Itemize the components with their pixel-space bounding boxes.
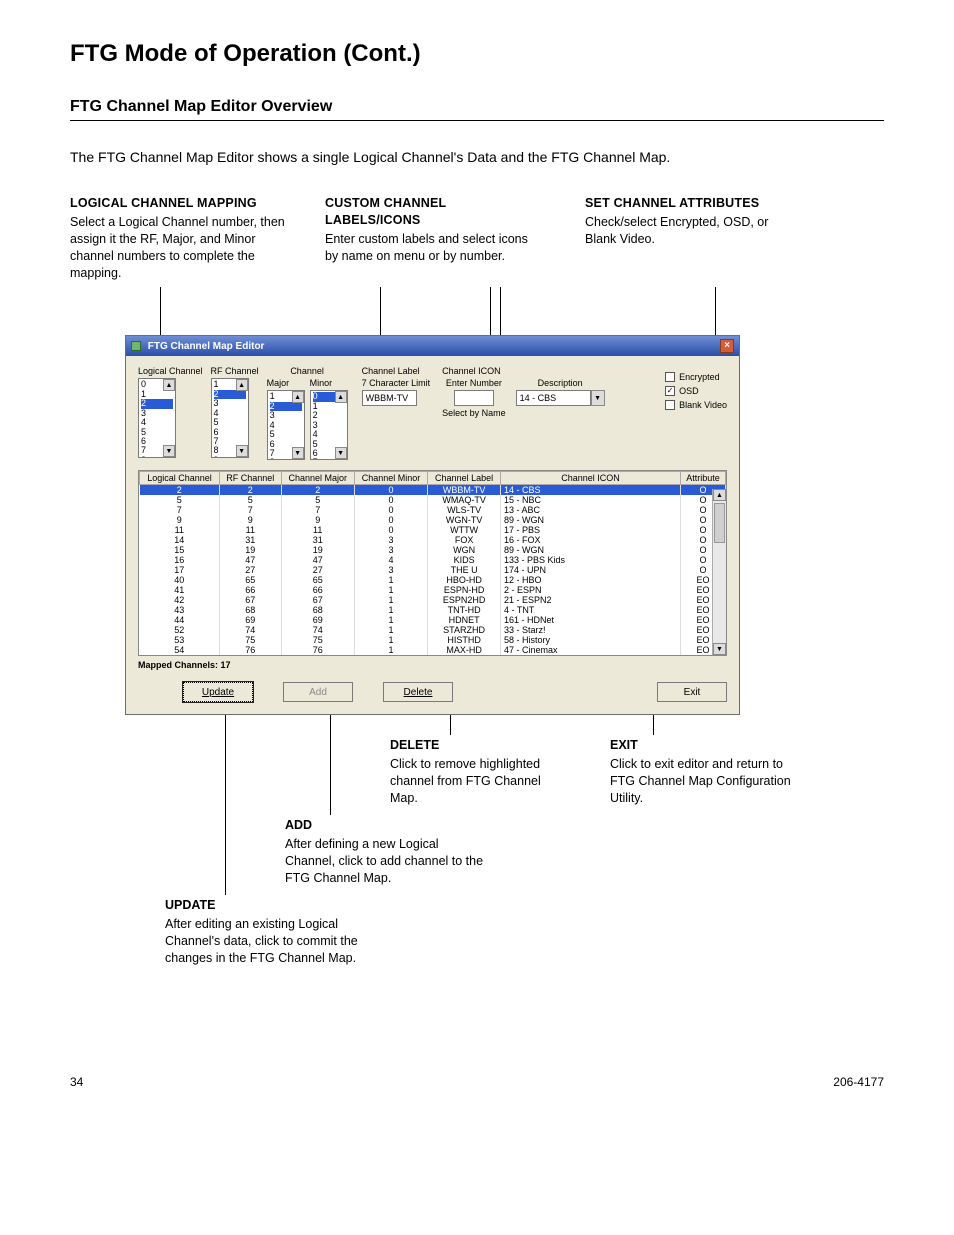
callout-delete-t: Click to remove highlighted channel from… [390,757,541,805]
select-by-name-lbl: Select by Name [442,408,506,418]
channel-icon-lbl: Channel ICON [442,366,605,376]
logical-channel-list[interactable]: ▲ 0123456789 ▼ [138,378,176,458]
channel-label-hint: 7 Character Limit [362,378,431,388]
callout-exit-h: EXIT [610,737,795,754]
scroll-down-icon[interactable]: ▼ [713,643,726,655]
scroll-down-icon[interactable]: ▼ [236,445,248,457]
callout-mapping-h: LOGICAL CHANNEL MAPPING [70,195,285,212]
close-icon[interactable]: × [720,339,734,353]
callout-add: ADD After defining a new Logical Channel… [285,817,490,887]
rf-channel-col: RF Channel ▲ 12345678910 ▼ [211,366,259,458]
scroll-up-icon[interactable]: ▲ [713,489,726,501]
channel-col: Channel Major ▲ 123456789 ▼ Minor ▲ [267,366,348,460]
dialog-title: FTG Channel Map Editor [131,341,264,352]
callout-labels-t: Enter custom labels and select icons by … [325,232,528,263]
add-button[interactable]: Add [283,682,353,702]
grid-scrollbar[interactable]: ▲ ▼ [712,489,726,655]
exit-button[interactable]: Exit [657,682,727,702]
blank-video-label: Blank Video [679,400,727,410]
scroll-up-icon[interactable]: ▲ [335,391,347,403]
section-title: FTG Channel Map Editor Overview [70,98,884,116]
osd-checkbox[interactable]: ✓OSD [665,386,727,396]
callout-update: UPDATE After editing an existing Logical… [165,897,365,967]
callout-mapping-t: Select a Logical Channel number, then as… [70,215,285,280]
callout-update-h: UPDATE [165,897,365,914]
app-icon [131,341,141,351]
titlebar: FTG Channel Map Editor × [126,336,739,356]
callouts-bottom: DELETE Click to remove highlighted chann… [70,715,884,955]
callouts-top: LOGICAL CHANNEL MAPPING Select a Logical… [70,195,884,281]
callout-delete: DELETE Click to remove highlighted chann… [390,737,565,807]
scroll-thumb[interactable] [714,503,725,543]
channel-label-lbl: Channel Label [362,366,431,376]
dialog-title-text: FTG Channel Map Editor [148,341,265,352]
scroll-down-icon[interactable]: ▼ [292,447,304,459]
channel-grid[interactable]: Logical ChannelRF ChannelChannel MajorCh… [138,470,727,656]
rule [70,120,884,121]
logical-channel-col: Logical Channel ▲ 0123456789 ▼ [138,366,203,458]
rf-channel-list[interactable]: ▲ 12345678910 ▼ [211,378,249,458]
intro-text: The FTG Channel Map Editor shows a singl… [70,149,884,165]
callout-labels-h: CUSTOM CHANNEL LABELS/ICONS [325,195,535,229]
page-title: FTG Mode of Operation (Cont.) [70,40,884,68]
dropdown-icon[interactable]: ▼ [591,390,605,406]
channel-label-input[interactable] [362,390,417,406]
blank-video-checkbox[interactable]: Blank Video [665,400,727,410]
channel-label-col: Channel Label 7 Character Limit [362,366,431,406]
attributes-col: Encrypted ✓OSD Blank Video [665,366,727,414]
callout-attr-h: SET CHANNEL ATTRIBUTES [585,195,795,212]
delete-button[interactable]: Delete [383,682,453,702]
callout-attr-t: Check/select Encrypted, OSD, or Blank Vi… [585,215,768,246]
major-list[interactable]: ▲ 123456789 ▼ [267,390,305,460]
scroll-down-icon[interactable]: ▼ [335,447,347,459]
callout-labels: CUSTOM CHANNEL LABELS/ICONS Enter custom… [325,195,535,281]
description-lbl: Description [538,378,583,388]
major-label: Major [267,378,305,388]
logical-channel-label: Logical Channel [138,366,203,376]
callout-mapping: LOGICAL CHANNEL MAPPING Select a Logical… [70,195,285,281]
callout-delete-h: DELETE [390,737,565,754]
callout-attr: SET CHANNEL ATTRIBUTES Check/select Encr… [585,195,795,281]
osd-label: OSD [679,386,699,396]
update-button[interactable]: Update [183,682,253,702]
minor-list[interactable]: ▲ 012345678 ▼ [310,390,348,460]
channel-label: Channel [267,366,348,376]
callout-exit: EXIT Click to exit editor and return to … [610,737,795,807]
callout-exit-t: Click to exit editor and return to FTG C… [610,757,791,805]
callout-add-t: After defining a new Logical Channel, cl… [285,837,483,885]
editor-dialog: FTG Channel Map Editor × Logical Channel… [125,335,740,715]
upper-panel: Logical Channel ▲ 0123456789 ▼ RF Channe… [126,356,739,660]
encrypted-label: Encrypted [679,372,720,382]
channel-icon-col: Channel ICON Enter Number Select by Name… [442,366,605,420]
pointer-lines-top [70,287,884,335]
enter-number-lbl: Enter Number [446,378,502,388]
callout-add-h: ADD [285,817,490,834]
scroll-up-icon[interactable]: ▲ [236,379,248,391]
scroll-up-icon[interactable]: ▲ [292,391,304,403]
page-number: 34 [70,1075,83,1089]
footer: 34 206-4177 [70,1075,884,1089]
icon-desc-input[interactable] [516,390,591,406]
encrypted-checkbox[interactable]: Encrypted [665,372,727,382]
scroll-up-icon[interactable]: ▲ [163,379,175,391]
minor-label: Minor [310,378,348,388]
button-row: Update Add Delete Exit [126,674,739,714]
scroll-down-icon[interactable]: ▼ [163,445,175,457]
doc-number: 206-4177 [833,1075,884,1089]
icon-number-input[interactable] [454,390,494,406]
rf-channel-label: RF Channel [211,366,259,376]
callout-update-t: After editing an existing Logical Channe… [165,917,358,965]
mapped-channels-label: Mapped Channels: 17 [126,660,739,674]
